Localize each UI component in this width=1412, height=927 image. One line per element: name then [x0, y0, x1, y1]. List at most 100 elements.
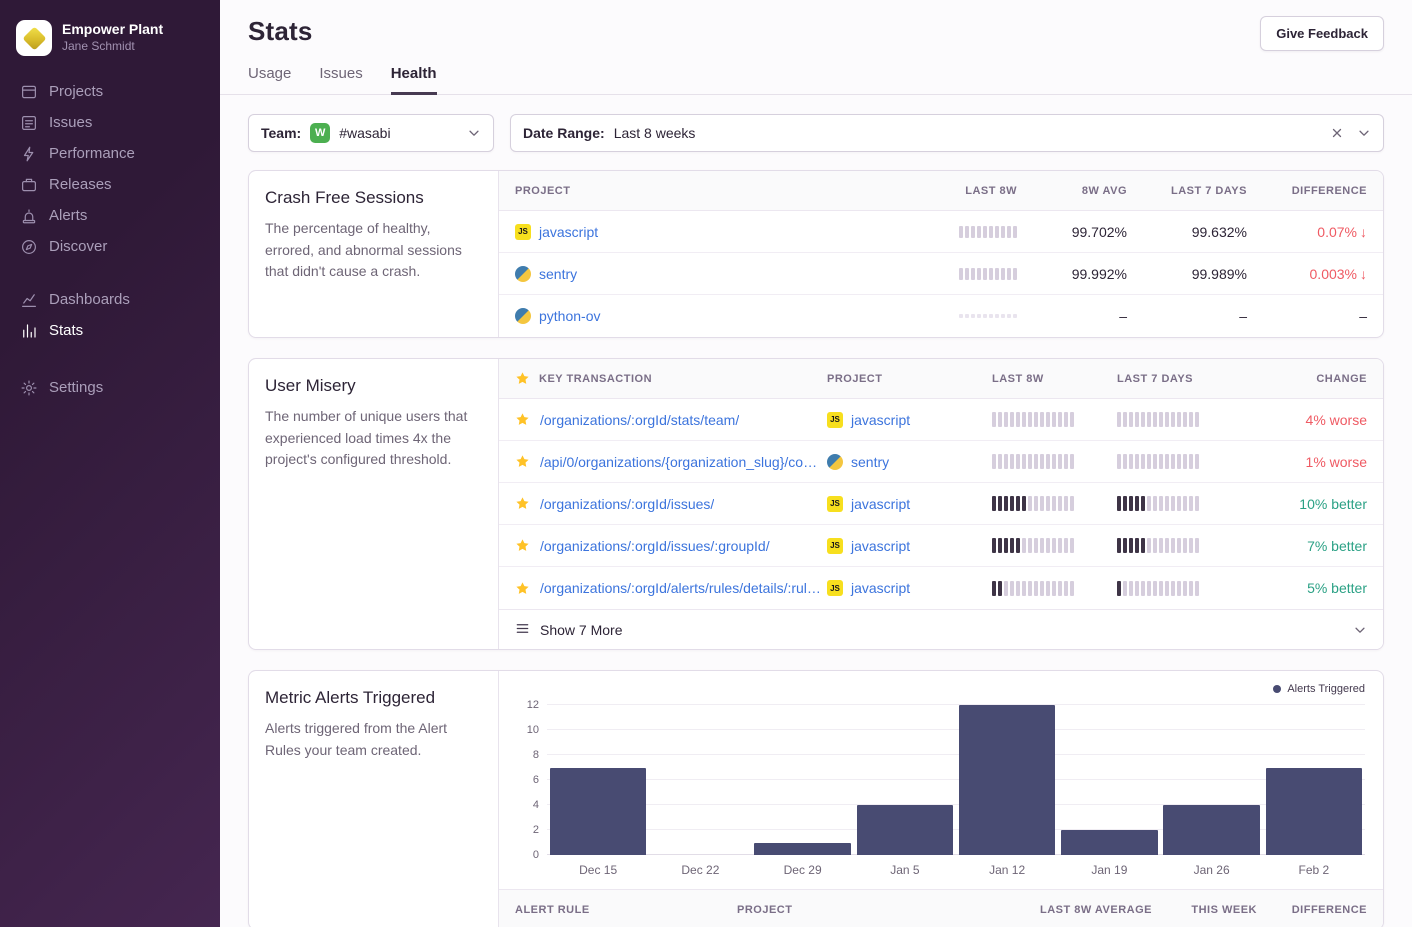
sparkline-bar: [1147, 581, 1151, 596]
gridline: [547, 729, 1365, 730]
date-range-label: Date Range:: [523, 125, 605, 141]
column-header-alert-rule: ALERT RULE: [515, 904, 737, 916]
sidebar-item-dashboards[interactable]: Dashboards: [0, 284, 220, 315]
sidebar-item-discover[interactable]: Discover: [0, 231, 220, 262]
sparkline-bar: [1189, 581, 1193, 596]
sparkline-bar: [1123, 538, 1127, 553]
project-link[interactable]: sentry: [539, 266, 577, 282]
javascript-platform-icon: JS: [827, 496, 843, 512]
project-link[interactable]: javascript: [851, 580, 910, 596]
sparkline-bar: [1034, 581, 1038, 596]
8w-avg-cell: –: [1017, 308, 1127, 324]
project-cell: sentry: [515, 266, 887, 282]
sidebar-item-settings[interactable]: Settings: [0, 372, 220, 403]
sparkline-bar: [1129, 496, 1133, 511]
transaction-link[interactable]: /organizations/:orgId/issues/:groupId/: [540, 538, 770, 554]
sparkline-bar: [1195, 412, 1199, 427]
sparkline-bar: [1117, 454, 1121, 469]
settings-icon: [20, 379, 38, 397]
javascript-platform-icon: JS: [827, 538, 843, 554]
last-8w-cell: [887, 226, 1017, 238]
sparkline-bar: [1159, 538, 1163, 553]
transaction-link[interactable]: /api/0/organizations/{organization_slug}…: [540, 454, 827, 470]
sparkline-bar: [1010, 581, 1014, 596]
transaction-link[interactable]: /organizations/:orgId/alerts/rules/detai…: [540, 580, 827, 596]
sparkline-bar: [965, 268, 969, 280]
transaction-link[interactable]: /organizations/:orgId/issues/: [540, 496, 714, 512]
metric-alerts-chart-area: Alerts Triggered 024681012 Dec 15Dec 22D…: [499, 671, 1383, 927]
project-link[interactable]: python-ov: [539, 308, 600, 324]
sparkline-bar: [998, 538, 1002, 553]
sparkline-bar: [1189, 496, 1193, 511]
key-transaction-star-icon[interactable]: [515, 412, 530, 427]
sparkline: [1117, 581, 1199, 596]
sparkline-bar: [1129, 581, 1133, 596]
date-range-select[interactable]: Date Range: Last 8 weeks: [510, 114, 1384, 152]
project-cell: JS javascript: [827, 496, 992, 512]
project-link[interactable]: javascript: [851, 496, 910, 512]
column-header-this-week: THIS WEEK: [1152, 904, 1257, 916]
column-header-last-8w: LAST 8W: [992, 373, 1117, 385]
key-transaction-star-icon[interactable]: [515, 538, 530, 553]
sidebar-item-performance[interactable]: Performance: [0, 138, 220, 169]
key-transaction-star-icon[interactable]: [515, 496, 530, 511]
project-link[interactable]: javascript: [851, 538, 910, 554]
last-7-days-cell: 99.989%: [1127, 266, 1247, 282]
sidebar-item-alerts[interactable]: Alerts: [0, 200, 220, 231]
gridline: [547, 754, 1365, 755]
project-link[interactable]: sentry: [851, 454, 889, 470]
last-7-days-cell: [1117, 454, 1252, 469]
org-name: Empower Plant: [62, 21, 163, 39]
metric-alerts-panel: Metric Alerts Triggered Alerts triggered…: [248, 670, 1384, 927]
x-tick-label: Jan 26: [1161, 863, 1263, 877]
sparkline-bar: [1016, 496, 1020, 511]
main-area: Stats Give Feedback Usage Issues Health Te…: [220, 0, 1412, 927]
sparkline-bar: [1004, 581, 1008, 596]
sidebar-item-label: Dashboards: [49, 290, 130, 309]
project-link[interactable]: javascript: [851, 412, 910, 428]
sparkline-bar: [1129, 538, 1133, 553]
key-transaction-star-icon[interactable]: [515, 454, 530, 469]
sidebar-item-stats[interactable]: Stats: [0, 315, 220, 346]
key-transaction-star-icon[interactable]: [515, 581, 530, 596]
give-feedback-button[interactable]: Give Feedback: [1260, 16, 1384, 51]
tab-issues[interactable]: Issues: [319, 65, 362, 95]
y-tick-label: 4: [509, 799, 539, 811]
org-switcher[interactable]: Empower Plant Jane Schmidt: [0, 14, 220, 76]
sparkline-bar: [1028, 496, 1032, 511]
sparkline-bar: [1123, 412, 1127, 427]
sidebar-item-releases[interactable]: Releases: [0, 169, 220, 200]
sparkline-bar: [1183, 496, 1187, 511]
page-title: Stats: [248, 16, 313, 47]
difference-cell: 0.07%↓: [1247, 224, 1367, 240]
sparkline-bar: [1159, 496, 1163, 511]
sidebar-item-issues[interactable]: Issues: [0, 107, 220, 138]
org-logo-icon: [22, 26, 46, 50]
sparkline-bar: [1001, 314, 1005, 318]
sparkline-bar: [1153, 412, 1157, 427]
sidebar-item-projects[interactable]: Projects: [0, 76, 220, 107]
show-more-button[interactable]: Show 7 More: [499, 609, 1383, 649]
tab-usage[interactable]: Usage: [248, 65, 291, 95]
clear-date-range-icon[interactable]: [1330, 126, 1344, 140]
sparkline-bar: [1016, 454, 1020, 469]
sparkline-bar: [1183, 581, 1187, 596]
transaction-link[interactable]: /organizations/:orgId/stats/team/: [540, 412, 739, 428]
sparkline-bar: [1123, 496, 1127, 511]
tab-health[interactable]: Health: [391, 65, 437, 95]
user-misery-row-2: /organizations/:orgId/issues/JS javascrip…: [499, 483, 1383, 525]
sparkline-bar: [1052, 412, 1056, 427]
column-header-last-7-days: LAST 7 DAYS: [1117, 373, 1252, 385]
team-select[interactable]: Team: W #wasabi: [248, 114, 494, 152]
sparkline-bar: [1183, 454, 1187, 469]
sparkline-bar: [1016, 538, 1020, 553]
last-7-days-cell: 99.632%: [1127, 224, 1247, 240]
project-link[interactable]: javascript: [539, 224, 598, 240]
sparkline-bar: [1141, 538, 1145, 553]
sparkline-bar: [1177, 412, 1181, 427]
sparkline-bar: [1040, 454, 1044, 469]
chart-bar-dec-15: [550, 768, 647, 856]
python-platform-icon: [515, 308, 531, 324]
org-avatar: [16, 20, 52, 56]
sparkline-bar: [1058, 496, 1062, 511]
